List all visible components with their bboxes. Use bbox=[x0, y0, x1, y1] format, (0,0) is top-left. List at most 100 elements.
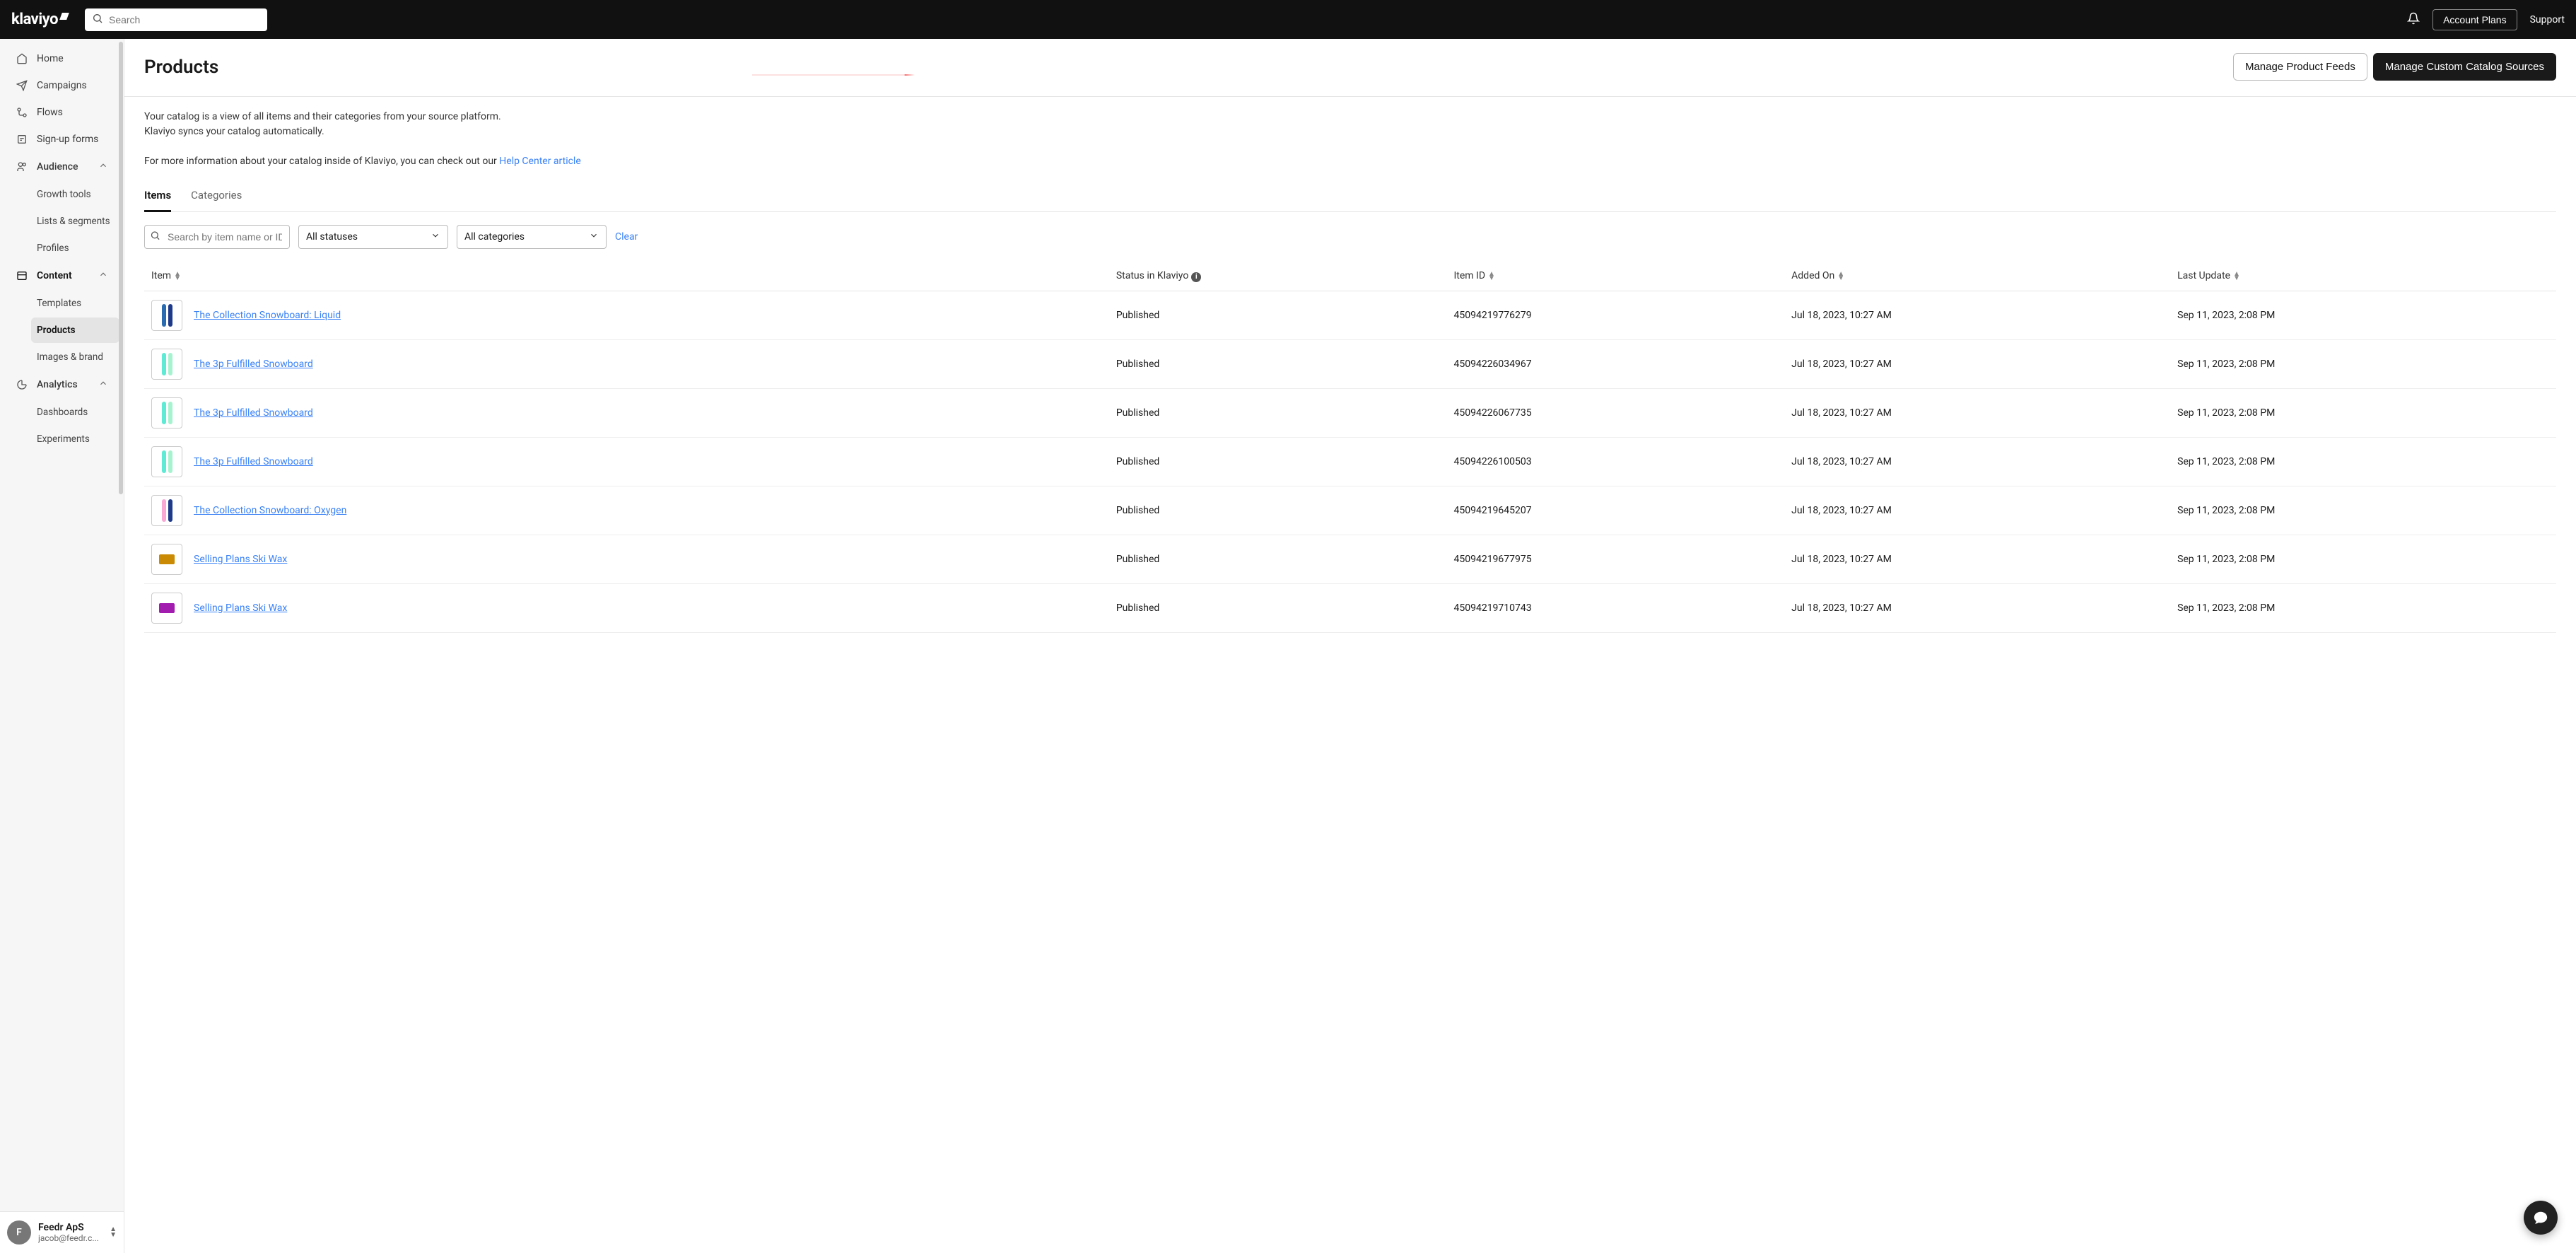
info-icon[interactable]: i bbox=[1191, 272, 1201, 282]
sort-icon: ▲▼ bbox=[1837, 272, 1844, 281]
nav-signup-forms[interactable]: Sign-up forms bbox=[4, 127, 119, 152]
cell-added-on: Jul 18, 2023, 10:27 AM bbox=[1784, 486, 2170, 535]
th-added-on[interactable]: Added On▲▼ bbox=[1784, 262, 2170, 291]
products-table: Item▲▼ Status in Klaviyoi Item ID▲▼ Adde… bbox=[144, 262, 2556, 633]
product-thumbnail[interactable] bbox=[151, 446, 182, 477]
item-search bbox=[144, 225, 290, 249]
scrollbar-thumb[interactable] bbox=[119, 42, 123, 494]
thumb-shape bbox=[168, 450, 172, 473]
nav-products[interactable]: Products bbox=[31, 317, 119, 343]
cell-status: Published bbox=[1109, 535, 1447, 583]
nav-dashboards[interactable]: Dashboards bbox=[31, 400, 119, 425]
cell-added-on: Jul 18, 2023, 10:27 AM bbox=[1784, 583, 2170, 632]
thumb-shape bbox=[162, 402, 166, 424]
product-thumbnail[interactable] bbox=[151, 495, 182, 526]
product-name-link[interactable]: The 3p Fulfilled Snowboard bbox=[194, 407, 313, 419]
thumb-shape bbox=[168, 499, 172, 522]
support-link[interactable]: Support bbox=[2530, 14, 2565, 25]
cell-item-id: 45094226100503 bbox=[1446, 437, 1784, 486]
product-name-link[interactable]: Selling Plans Ski Wax bbox=[194, 602, 287, 614]
thumb-shape bbox=[159, 603, 175, 613]
table-row: Selling Plans Ski Wax Published450942197… bbox=[144, 583, 2556, 632]
item-cell: The 3p Fulfilled Snowboard bbox=[151, 397, 1102, 429]
nav-label: Sign-up forms bbox=[37, 134, 98, 145]
nav-campaigns[interactable]: Campaigns bbox=[4, 73, 119, 98]
product-name-link[interactable]: The Collection Snowboard: Liquid bbox=[194, 310, 341, 321]
thumb-shape bbox=[168, 402, 172, 424]
tab-categories[interactable]: Categories bbox=[191, 182, 242, 212]
nav-label: Home bbox=[37, 53, 64, 64]
sort-icon: ▲▼ bbox=[1488, 272, 1495, 281]
cell-last-update: Sep 11, 2023, 2:08 PM bbox=[2170, 437, 2556, 486]
nav-images-brand[interactable]: Images & brand bbox=[31, 344, 119, 370]
sidebar-scrollbar[interactable] bbox=[118, 39, 124, 1253]
item-search-input[interactable] bbox=[144, 225, 290, 249]
th-item-id[interactable]: Item ID▲▼ bbox=[1446, 262, 1784, 291]
nav-audience[interactable]: Audience bbox=[4, 153, 119, 180]
status-select-value: All statuses bbox=[306, 231, 358, 243]
nav-content[interactable]: Content bbox=[4, 262, 119, 289]
nav-growth-tools[interactable]: Growth tools bbox=[31, 182, 119, 207]
global-search-input[interactable] bbox=[85, 8, 267, 31]
nav-home[interactable]: Home bbox=[4, 46, 119, 71]
product-thumbnail[interactable] bbox=[151, 397, 182, 429]
clear-filters-link[interactable]: Clear bbox=[615, 231, 638, 243]
logo-mark-icon bbox=[59, 13, 69, 20]
cell-item-id: 45094219776279 bbox=[1446, 291, 1784, 339]
cell-status: Published bbox=[1109, 291, 1447, 339]
nav-analytics[interactable]: Analytics bbox=[4, 371, 119, 398]
cell-added-on: Jul 18, 2023, 10:27 AM bbox=[1784, 291, 2170, 339]
cell-added-on: Jul 18, 2023, 10:27 AM bbox=[1784, 437, 2170, 486]
nav-flows[interactable]: Flows bbox=[4, 100, 119, 125]
manage-product-feeds-button[interactable]: Manage Product Feeds bbox=[2233, 53, 2367, 81]
status-select[interactable]: All statuses bbox=[298, 225, 448, 249]
th-item[interactable]: Item▲▼ bbox=[144, 262, 1109, 291]
table-row: Selling Plans Ski Wax Published450942196… bbox=[144, 535, 2556, 583]
flow-icon bbox=[16, 107, 28, 118]
account-plans-button[interactable]: Account Plans bbox=[2432, 9, 2517, 30]
cell-last-update: Sep 11, 2023, 2:08 PM bbox=[2170, 583, 2556, 632]
account-switcher[interactable]: F Feedr ApS jacob@feedr.c... ▲▼ bbox=[0, 1211, 124, 1253]
th-last-update[interactable]: Last Update▲▼ bbox=[2170, 262, 2556, 291]
manage-custom-sources-button[interactable]: Manage Custom Catalog Sources bbox=[2373, 53, 2556, 81]
chat-fab[interactable] bbox=[2524, 1201, 2558, 1235]
nav-experiments[interactable]: Experiments bbox=[31, 426, 119, 452]
nav-lists-segments[interactable]: Lists & segments bbox=[31, 209, 119, 234]
users-icon bbox=[16, 161, 28, 173]
th-label: Item bbox=[151, 270, 171, 281]
product-thumbnail[interactable] bbox=[151, 349, 182, 380]
product-name-link[interactable]: The 3p Fulfilled Snowboard bbox=[194, 359, 313, 370]
th-label: Added On bbox=[1791, 270, 1834, 281]
cell-added-on: Jul 18, 2023, 10:27 AM bbox=[1784, 388, 2170, 437]
nav: Home Campaigns Flows Sign-up forms Audie… bbox=[0, 39, 124, 1211]
header-actions: Manage Product Feeds Manage Custom Catal… bbox=[2233, 53, 2556, 81]
tabs: Items Categories bbox=[144, 182, 2556, 212]
cell-added-on: Jul 18, 2023, 10:27 AM bbox=[1784, 339, 2170, 388]
cell-item-id: 45094219645207 bbox=[1446, 486, 1784, 535]
logo[interactable]: klaviyo bbox=[11, 11, 68, 28]
thumb-shape bbox=[168, 304, 172, 327]
desc-line: For more information about your catalog … bbox=[144, 154, 2556, 169]
chevron-down-icon bbox=[431, 231, 440, 243]
category-select[interactable]: All categories bbox=[457, 225, 607, 249]
filters-bar: All statuses All categories Clear bbox=[144, 212, 2556, 262]
topbar: klaviyo Account Plans Support bbox=[0, 0, 2576, 39]
cell-item-id: 45094226067735 bbox=[1446, 388, 1784, 437]
form-icon bbox=[16, 134, 28, 145]
product-thumbnail[interactable] bbox=[151, 593, 182, 624]
product-name-link[interactable]: The 3p Fulfilled Snowboard bbox=[194, 456, 313, 467]
product-thumbnail[interactable] bbox=[151, 300, 182, 331]
chevron-up-icon bbox=[98, 378, 108, 391]
notifications-icon[interactable] bbox=[2407, 12, 2420, 28]
help-center-link[interactable]: Help Center article bbox=[499, 156, 580, 167]
nav-templates[interactable]: Templates bbox=[31, 291, 119, 316]
account-name: Feedr ApS bbox=[38, 1222, 103, 1233]
product-thumbnail[interactable] bbox=[151, 544, 182, 575]
cell-status: Published bbox=[1109, 388, 1447, 437]
chevron-down-icon bbox=[589, 231, 599, 243]
product-name-link[interactable]: The Collection Snowboard: Oxygen bbox=[194, 505, 346, 516]
product-name-link[interactable]: Selling Plans Ski Wax bbox=[194, 554, 287, 565]
nav-profiles[interactable]: Profiles bbox=[31, 235, 119, 261]
nav-label: Analytics bbox=[37, 379, 78, 390]
tab-items[interactable]: Items bbox=[144, 182, 171, 212]
